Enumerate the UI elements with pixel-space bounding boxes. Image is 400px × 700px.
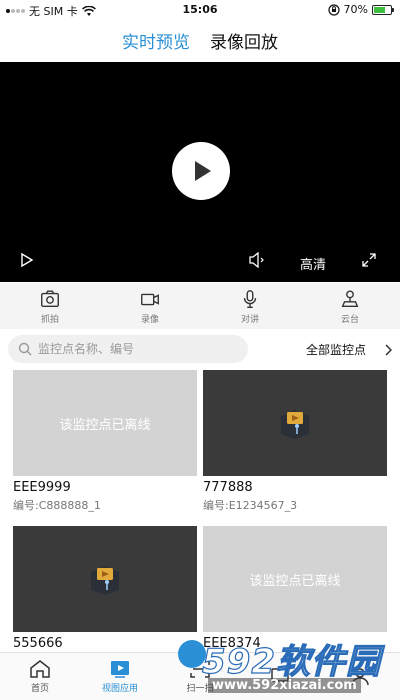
nav-user[interactable]: [320, 653, 400, 700]
play-button-large[interactable]: [172, 142, 230, 200]
record-label: 录像: [140, 314, 159, 325]
nav-scan[interactable]: 扫一扫: [160, 653, 240, 700]
video-record-icon: [141, 293, 159, 305]
fullscreen-icon: [362, 253, 376, 267]
camera-card[interactable]: 该监控点已离线 EEE8374: [203, 526, 387, 651]
camera-card[interactable]: 该监控点已离线 EEE9999 编号:C888888_1: [13, 370, 197, 513]
offline-text: 该监控点已离线: [59, 417, 151, 433]
nav-messages[interactable]: [240, 653, 320, 700]
camera-id: 编号:E1234567_3: [203, 499, 298, 512]
orientation-lock-icon: [327, 3, 340, 16]
app-root: 无 SIM 卡 15:06 70% 实时预览 录像回放 高清 抓拍 录像 对讲 …: [0, 0, 400, 700]
battery-percent: 70%: [343, 3, 368, 16]
camera-name: 777888: [203, 480, 253, 495]
control-toolbar: 抓拍 录像 对讲 云台: [0, 283, 400, 329]
status-right: 70%: [327, 3, 394, 16]
battery-icon: [372, 4, 394, 15]
play-outline-icon: [21, 252, 34, 268]
nav-home[interactable]: 首页: [0, 653, 80, 700]
camera-thumbnail: 该监控点已离线: [203, 526, 387, 632]
video-thumbnail-icon: [281, 410, 309, 439]
speaker-mute-icon: [249, 252, 264, 268]
camera-thumbnail: [203, 370, 387, 476]
fullscreen-button[interactable]: [362, 253, 376, 267]
scan-icon: [190, 660, 210, 678]
video-player[interactable]: [0, 62, 400, 282]
home-icon: [30, 660, 50, 678]
ptz-icon: [341, 290, 359, 307]
microphone-icon: [243, 289, 257, 308]
snapshot-label: 抓拍: [40, 314, 59, 325]
filter-label: 全部监控点: [305, 343, 366, 357]
quality-button[interactable]: 高清: [300, 254, 326, 273]
tab-live-preview[interactable]: 实时预览: [120, 24, 192, 64]
tab-playback[interactable]: 录像回放: [210, 24, 278, 60]
view-app-icon: [111, 661, 129, 678]
camera-card[interactable]: 777888 编号:E1234567_3: [203, 370, 387, 513]
camera-thumbnail: 该监控点已离线: [13, 370, 197, 476]
bottom-nav: 首页 视图应用 扫一扫: [0, 652, 400, 700]
camera-name: EEE9999: [13, 480, 71, 495]
search-input[interactable]: [38, 342, 238, 356]
camera-icon: [41, 290, 59, 307]
video-thumbnail-icon: [91, 566, 119, 595]
nav-home-label: 首页: [30, 684, 49, 694]
ptz-button[interactable]: 云台: [300, 283, 400, 329]
camera-name: 555666: [13, 636, 63, 651]
play-small-button[interactable]: [20, 252, 34, 268]
tab-bar: 实时预览 录像回放: [0, 24, 400, 64]
status-bar: 无 SIM 卡 15:06 70%: [0, 0, 400, 20]
user-icon: [351, 667, 369, 685]
message-icon: [271, 667, 289, 682]
nav-view-app[interactable]: 视图应用: [80, 653, 160, 700]
filter-dropdown[interactable]: 全部监控点: [306, 341, 392, 358]
camera-id: 编号:C888888_1: [13, 499, 101, 512]
battery-fill: [374, 6, 386, 13]
search-row: 全部监控点: [0, 333, 400, 365]
search-icon: [18, 342, 32, 356]
camera-card[interactable]: 555666: [13, 526, 197, 651]
offline-text: 该监控点已离线: [249, 573, 341, 589]
nav-scan-label: 扫一扫: [186, 684, 214, 694]
nav-view-app-label: 视图应用: [101, 684, 138, 694]
intercom-button[interactable]: 对讲: [200, 283, 300, 329]
play-icon: [195, 161, 211, 181]
camera-thumbnail: [13, 526, 197, 632]
record-button[interactable]: 录像: [100, 283, 200, 329]
ptz-label: 云台: [340, 314, 359, 325]
search-box[interactable]: [8, 335, 248, 363]
intercom-label: 对讲: [240, 314, 259, 325]
snapshot-button[interactable]: 抓拍: [0, 283, 100, 329]
mute-button[interactable]: [248, 252, 266, 268]
camera-name: EEE8374: [203, 636, 261, 651]
chevron-right-icon: [385, 343, 392, 356]
